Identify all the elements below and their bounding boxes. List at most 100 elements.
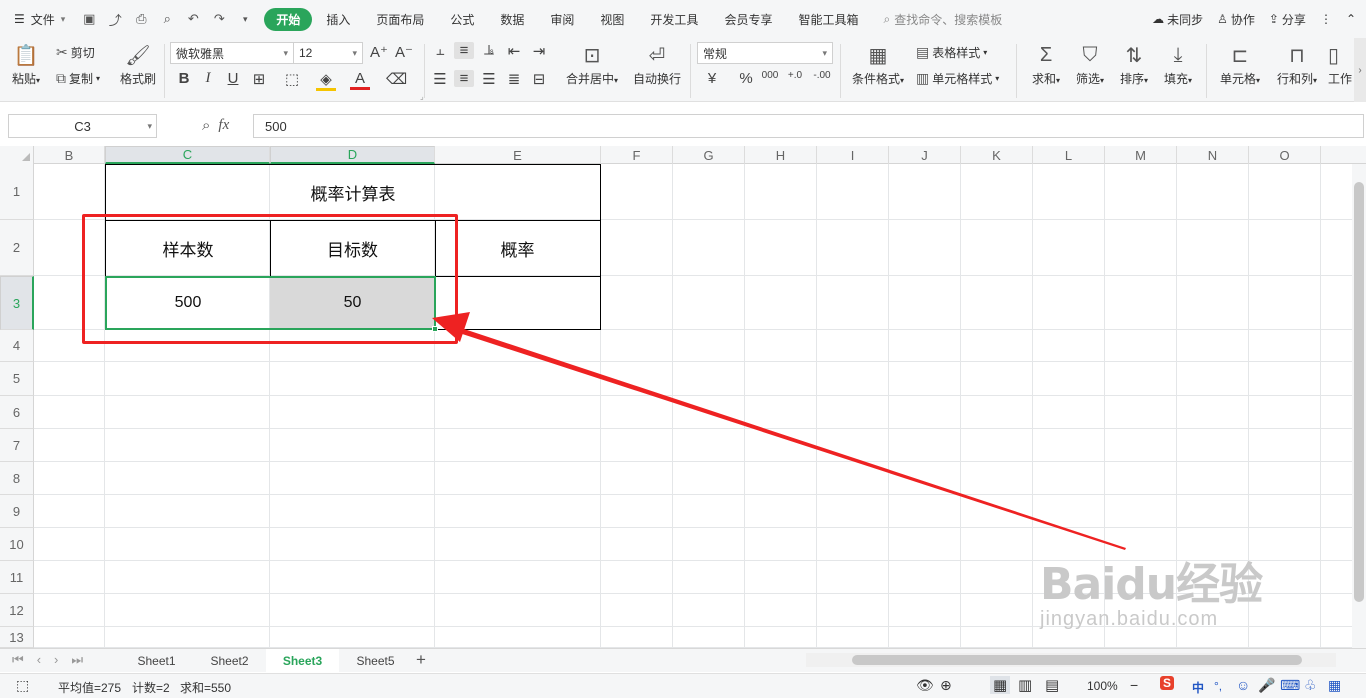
justify-icon[interactable]: ≣ xyxy=(504,70,524,88)
skin-icon[interactable]: ♧ xyxy=(1304,677,1317,694)
header-target-cell[interactable]: 目标数 xyxy=(270,220,436,277)
row-header[interactable]: 10 xyxy=(0,528,34,561)
collaborate-button[interactable]: ♙ 协作 xyxy=(1217,11,1255,28)
fill-color-icon[interactable]: ◈ xyxy=(316,70,336,91)
menu-tab[interactable]: 插入 xyxy=(314,8,362,31)
eraser-icon[interactable]: ⌫ xyxy=(386,70,407,88)
select-all-corner[interactable] xyxy=(0,146,34,164)
column-header[interactable]: E xyxy=(435,146,601,164)
row-col-button[interactable]: ⊓ 行和列▾ xyxy=(1272,40,1322,87)
row-header[interactable]: 9 xyxy=(0,495,34,528)
italic-icon[interactable]: I xyxy=(198,70,218,87)
column-header[interactable]: B xyxy=(34,146,105,164)
copy-button[interactable]: ⧉ 复制 ▾ xyxy=(56,70,100,87)
menu-tab[interactable]: 开始 xyxy=(264,7,313,31)
save-icon[interactable]: ▣ xyxy=(81,11,97,27)
collapse-ribbon-button[interactable]: ⌃ xyxy=(1346,12,1356,26)
add-sheet-icon[interactable]: + xyxy=(416,650,426,670)
sheet-tab[interactable]: Sheet2 xyxy=(193,649,266,672)
distributed-icon[interactable]: ⊟ xyxy=(529,70,549,88)
format-painter-button[interactable]: 🖌 格式刷 xyxy=(118,40,158,87)
align-left-icon[interactable]: ☰ xyxy=(430,70,450,88)
zoom-level[interactable]: 100% xyxy=(1087,679,1118,693)
align-top-icon[interactable]: ⫠ xyxy=(430,42,450,59)
sync-button[interactable]: ☁ 未同步 xyxy=(1152,11,1203,28)
wrap-text-button[interactable]: ⏎ 自动换行 xyxy=(631,40,683,87)
menu-tab[interactable]: 审阅 xyxy=(538,8,586,31)
table-title-cell[interactable]: 概率计算表 xyxy=(105,164,601,221)
zoom-search-icon[interactable]: ⌕ xyxy=(202,117,210,134)
column-header[interactable]: J xyxy=(889,146,961,164)
filter-button[interactable]: ⛉ 筛选▾ xyxy=(1072,40,1108,87)
redo-icon[interactable]: ↷ xyxy=(211,11,227,27)
table-style-button[interactable]: ▤ 表格样式 ▾ xyxy=(916,44,987,61)
microphone-icon[interactable]: 🎤 xyxy=(1258,677,1275,694)
align-middle-icon[interactable]: ≡ xyxy=(454,42,474,59)
cloud-save-icon[interactable]: ⤴ xyxy=(107,10,123,29)
row-header[interactable]: 4 xyxy=(0,330,34,362)
cell-button[interactable]: ⊏ 单元格▾ xyxy=(1216,40,1264,87)
conditional-format-button[interactable]: ▦ 条件格式▾ xyxy=(848,40,908,87)
font-name-select[interactable]: 微软雅黑 ▾ xyxy=(170,42,294,64)
vertical-scrollbar[interactable] xyxy=(1352,164,1366,648)
ribbon-scroll-right[interactable]: › xyxy=(1354,38,1366,102)
align-bottom-icon[interactable]: ⫡ xyxy=(479,42,499,59)
row-header[interactable]: 11 xyxy=(0,561,34,594)
eye-protection-icon[interactable]: 👁 xyxy=(916,677,934,694)
underline-icon[interactable]: U xyxy=(223,70,243,87)
row-header[interactable]: 1 xyxy=(0,164,34,220)
column-header[interactable]: H xyxy=(745,146,817,164)
row-header[interactable]: 13 xyxy=(0,627,34,648)
header-sample-cell[interactable]: 样本数 xyxy=(105,220,271,277)
decrease-indent-icon[interactable]: ⇤ xyxy=(504,42,524,60)
fill-button[interactable]: ⤓ 填充▾ xyxy=(1160,40,1196,87)
prev-sheet-icon[interactable]: ‹ xyxy=(37,652,41,668)
zoom-out-icon[interactable]: − xyxy=(1130,677,1138,693)
merge-center-button[interactable]: ⊡ 合并居中▾ xyxy=(562,40,622,87)
ime-chinese-icon[interactable]: 中 xyxy=(1192,679,1204,696)
sheet-tab[interactable]: Sheet1 xyxy=(120,649,193,672)
name-box[interactable]: C3 ▾ xyxy=(8,114,157,138)
first-sheet-icon[interactable]: ⏮ xyxy=(12,652,24,668)
next-sheet-icon[interactable]: › xyxy=(54,652,58,668)
row-header[interactable]: 3 xyxy=(0,276,34,330)
row-header[interactable]: 2 xyxy=(0,220,34,276)
last-sheet-icon[interactable]: ⏭ xyxy=(71,652,83,668)
increase-indent-icon[interactable]: ⇥ xyxy=(529,42,549,60)
font-size-select[interactable]: 12 ▾ xyxy=(293,42,363,64)
decrease-decimal-icon[interactable]: -.00 xyxy=(812,70,832,81)
menu-tab[interactable]: 视图 xyxy=(588,8,636,31)
percent-icon[interactable]: % xyxy=(736,70,756,87)
align-center-icon[interactable]: ≡ xyxy=(454,70,474,87)
column-header[interactable]: D xyxy=(270,146,435,164)
column-header[interactable]: K xyxy=(961,146,1033,164)
value-sample-cell[interactable]: 500 xyxy=(105,276,271,330)
fill-handle[interactable] xyxy=(432,326,438,332)
thousands-separator-icon[interactable]: 000 xyxy=(760,70,780,81)
share-button[interactable]: ⇪ 分享 xyxy=(1269,11,1306,28)
number-format-select[interactable]: 常规 ▾ xyxy=(697,42,833,64)
page-layout-view-icon[interactable]: ▥ xyxy=(1018,676,1032,694)
formula-input[interactable]: 500 xyxy=(253,114,1364,138)
row-header[interactable]: 6 xyxy=(0,396,34,429)
toolbox-icon[interactable]: ▦ xyxy=(1328,677,1341,694)
column-header[interactable]: G xyxy=(673,146,745,164)
menu-tab[interactable]: 开发工具 xyxy=(638,8,710,31)
sort-button[interactable]: ⇅ 排序▾ xyxy=(1116,40,1152,87)
ime-punct-icon[interactable]: °, xyxy=(1214,679,1222,693)
value-target-cell[interactable]: 50 xyxy=(270,276,436,330)
undo-icon[interactable]: ↶ xyxy=(185,11,201,27)
decrease-font-icon[interactable]: A⁻ xyxy=(394,43,414,61)
font-color-icon[interactable]: A xyxy=(350,70,370,90)
header-probability-cell[interactable]: 概率 xyxy=(435,220,601,277)
increase-decimal-icon[interactable]: +.0 xyxy=(785,70,805,81)
file-menu[interactable]: ☰ 文件 ▾ xyxy=(0,11,75,28)
horizontal-scrollbar[interactable] xyxy=(806,653,1336,667)
currency-icon[interactable]: ¥ xyxy=(702,70,722,87)
sheet-tab[interactable]: Sheet3 xyxy=(266,649,339,672)
increase-font-icon[interactable]: A⁺ xyxy=(369,43,389,61)
view-mode-icon[interactable]: ⊕ xyxy=(940,677,952,694)
more-icon[interactable]: ▾ xyxy=(237,14,253,25)
more-options-button[interactable]: ⋮ xyxy=(1320,12,1332,26)
print-icon[interactable]: ⎙ xyxy=(133,11,149,27)
